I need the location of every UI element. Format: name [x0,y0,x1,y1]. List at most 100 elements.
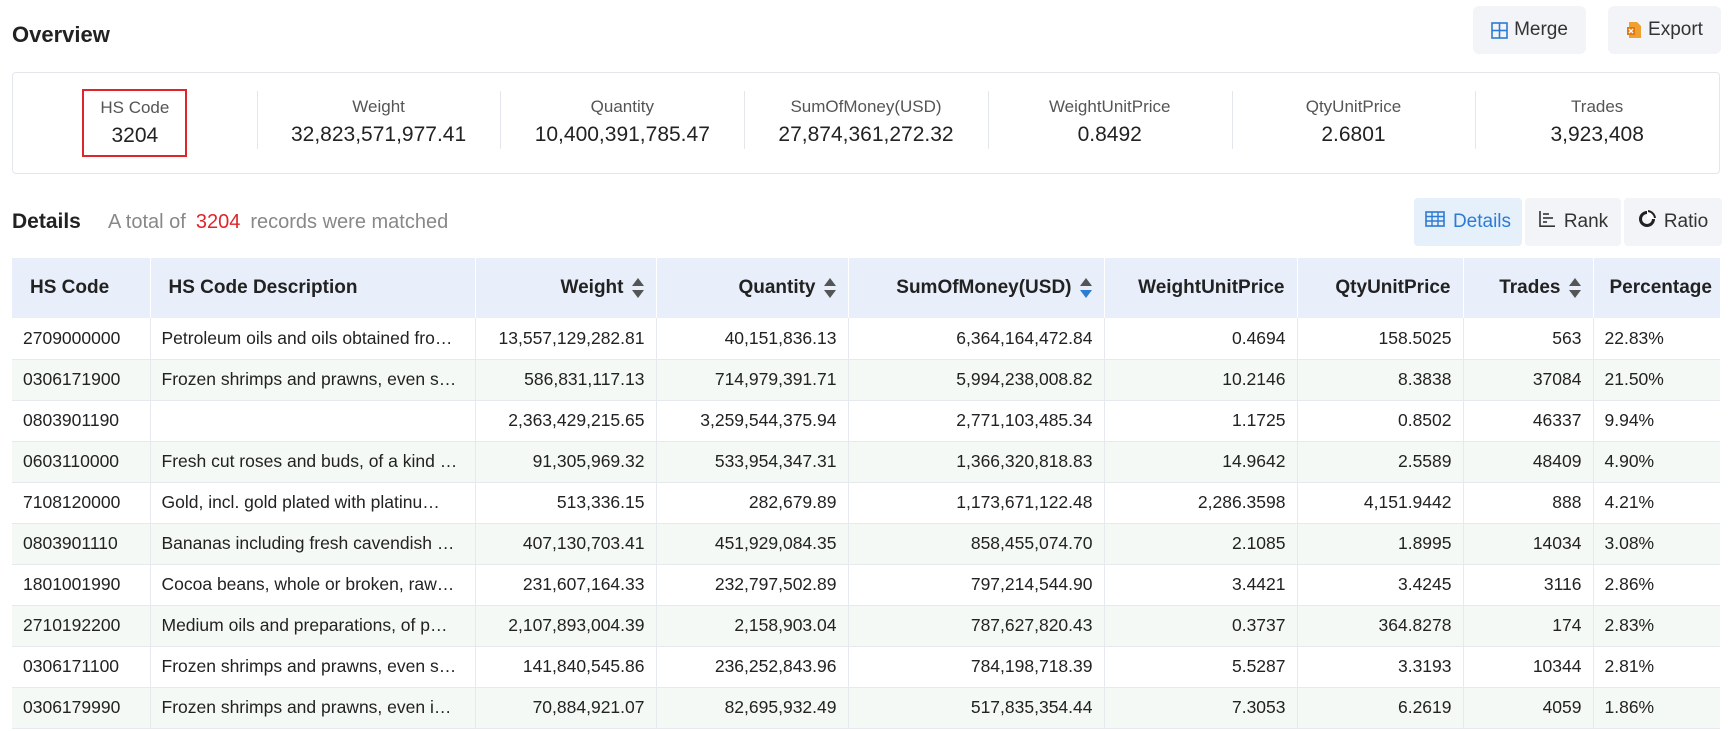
details-summary: A total of 3204 records were matched [108,211,448,234]
col-percentage: Percentage [1593,258,1720,318]
cell-sum-of-money: 1,173,671,122.48 [848,482,1105,524]
cell-weight: 91,305,969.32 [475,441,657,483]
col-label: Trades [1499,277,1561,298]
sort-icon[interactable] [631,277,644,299]
details-title: Details [12,210,81,233]
cell-trades: 37084 [1463,359,1594,401]
table-row[interactable]: 0306171100 Frozen shrimps and prawns, eve… [12,646,1720,688]
cell-quantity: 533,954,347.31 [656,441,849,483]
stat-value: 27,874,361,272.32 [778,123,954,146]
table-row[interactable]: 0306179990 Frozen shrimps and prawns, eve… [12,687,1720,729]
cell-description: Petroleum oils and oils obtained fro… [150,318,476,360]
ratio-icon [1638,210,1656,234]
table-row[interactable]: 7108120000 Gold, incl. gold plated with p… [12,482,1720,524]
cell-description: Bananas including fresh cavendish … [150,523,476,565]
col-trades[interactable]: Trades [1463,258,1594,318]
cell-description: Gold, incl. gold plated with platinu… [150,482,476,524]
merge-icon [1491,21,1508,39]
col-label: Percentage [1609,277,1712,298]
cell-weight-unit-price: 2,286.3598 [1104,482,1298,524]
export-label: Export [1648,19,1703,40]
cell-weight: 513,336.15 [475,482,657,524]
summary-suffix: records were matched [250,211,449,233]
table-row[interactable]: 2710192200 Medium oils and preparations, … [12,605,1720,647]
cell-weight-unit-price: 1.1725 [1104,400,1298,442]
cell-weight: 13,557,129,282.81 [475,318,657,360]
cell-percentage: 21.50% [1593,359,1720,401]
cell-weight: 231,607,164.33 [475,564,657,606]
cell-weight: 2,363,429,215.65 [475,400,657,442]
cell-qty-unit-price: 3.3193 [1297,646,1464,688]
cell-quantity: 451,929,084.35 [656,523,849,565]
cell-weight-unit-price: 10.2146 [1104,359,1298,401]
stat-quantity: Quantity 10,400,391,785.47 [500,73,744,173]
export-icon [1626,21,1642,39]
sort-desc-icon[interactable] [1079,277,1092,299]
stat-value: 3,923,408 [1550,123,1644,146]
cell-qty-unit-price: 4,151.9442 [1297,482,1464,524]
cell-hs-code: 2709000000 [12,318,151,360]
cell-qty-unit-price: 1.8995 [1297,523,1464,565]
col-weight-unit-price: WeightUnitPrice [1104,258,1298,318]
table-row[interactable]: 1801001990 Cocoa beans, whole or broken, … [12,564,1720,606]
stat-label: QtyUnitPrice [1305,97,1402,116]
cell-description: Frozen shrimps and prawns, even i… [150,687,476,729]
stat-trades: Trades 3,923,408 [1475,73,1719,173]
table-row[interactable]: 0803901110 Bananas including fresh cavend… [12,523,1720,565]
col-label: SumOfMoney(USD) [896,277,1072,298]
table-row[interactable]: 0603110000 Fresh cut roses and buds, of a… [12,441,1720,483]
tab-details[interactable]: Details [1414,198,1522,246]
table-body: 2709000000 Petroleum oils and oils obtain… [12,318,1720,729]
cell-qty-unit-price: 8.3838 [1297,359,1464,401]
hs-code-highlight: HS Code 3204 [82,89,188,157]
cell-weight-unit-price: 0.4694 [1104,318,1298,360]
col-qty-unit-price: QtyUnitPrice [1297,258,1464,318]
cell-weight-unit-price: 0.3737 [1104,605,1298,647]
cell-weight-unit-price: 7.3053 [1104,687,1298,729]
stat-value: 32,823,571,977.41 [290,123,467,146]
cell-trades: 3116 [1463,564,1594,606]
cell-percentage: 4.90% [1593,441,1720,483]
cell-quantity: 2,158,903.04 [656,605,849,647]
export-button[interactable]: Export [1608,6,1721,54]
cell-trades: 46337 [1463,400,1594,442]
table-row[interactable]: 2709000000 Petroleum oils and oils obtain… [12,318,1720,360]
merge-label: Merge [1514,19,1568,40]
tab-ratio[interactable]: Ratio [1624,198,1722,246]
cell-trades: 174 [1463,605,1594,647]
stat-value: 3204 [111,124,159,147]
col-weight[interactable]: Weight [475,258,657,318]
col-label: HS Code [30,277,110,298]
tab-ratio-label: Ratio [1663,211,1709,232]
cell-quantity: 40,151,836.13 [656,318,849,360]
stat-sum-of-money: SumOfMoney(USD) 27,874,361,272.32 [744,73,988,173]
cell-qty-unit-price: 3.4245 [1297,564,1464,606]
sort-icon[interactable] [1568,277,1581,299]
tab-rank[interactable]: Rank [1525,198,1621,246]
cell-trades: 563 [1463,318,1594,360]
cell-description: Frozen shrimps and prawns, even s… [150,359,476,401]
cell-percentage: 3.08% [1593,523,1720,565]
overview-title: Overview [12,22,110,47]
cell-qty-unit-price: 364.8278 [1297,605,1464,647]
cell-sum-of-money: 2,771,103,485.34 [848,400,1105,442]
summary-prefix: A total of [108,211,186,233]
table-row[interactable]: 0803901190 2,363,429,215.65 3,259,544,375.… [12,400,1720,442]
cell-sum-of-money: 5,994,238,008.82 [848,359,1105,401]
col-label: Weight [560,277,624,298]
sort-icon[interactable] [823,277,836,299]
merge-button[interactable]: Merge [1473,6,1586,54]
cell-sum-of-money: 784,198,718.39 [848,646,1105,688]
cell-weight-unit-price: 2.1085 [1104,523,1298,565]
cell-percentage: 2.86% [1593,564,1720,606]
col-quantity[interactable]: Quantity [656,258,849,318]
stat-value: 10,400,391,785.47 [534,123,710,146]
stat-hs-code: HS Code 3204 [13,73,257,173]
summary-count: 3204 [195,211,241,233]
cell-trades: 14034 [1463,523,1594,565]
col-label: HS Code Description [168,277,358,298]
table-row[interactable]: 0306171900 Frozen shrimps and prawns, eve… [12,359,1720,401]
cell-hs-code: 0803901190 [12,400,151,442]
col-sum-of-money[interactable]: SumOfMoney(USD) [848,258,1105,318]
cell-description: Frozen shrimps and prawns, even s… [150,646,476,688]
